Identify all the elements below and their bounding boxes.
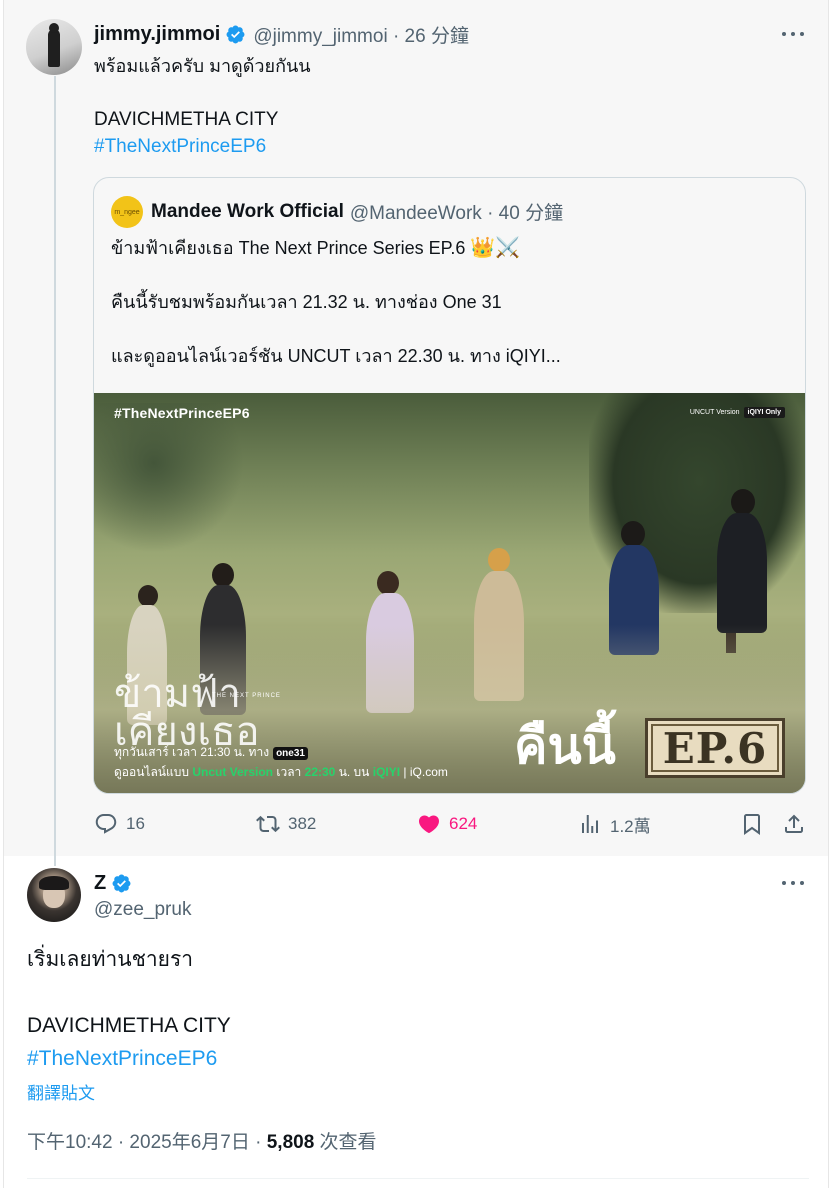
retweet-count: 382 (288, 814, 317, 833)
quote-text-line2: คืนนี้รับชมพร้อมกันเวลา 21.32 น. ทางช่อง… (111, 292, 502, 312)
reply-icon (95, 814, 117, 834)
views-count: 1.2萬 (610, 816, 651, 836)
reply-button[interactable]: 16 (94, 811, 145, 837)
poster-schedule-line2: ดูออนไลน์แบบ Uncut Version เวลา 22:30 น.… (114, 765, 448, 779)
poster-person-5-head (621, 521, 645, 547)
share-button[interactable] (782, 811, 806, 837)
views-count: 5,808 (266, 1132, 315, 1153)
tweet2-header: Z (94, 869, 139, 897)
tweet-timestamp-views[interactable]: 下午10:42 · 2025年6月7日 · 5,808 次查看 (27, 1127, 377, 1154)
author-handle[interactable]: @zee_pruk (94, 899, 191, 921)
tweet1-text-line1: พร้อมแล้วครับ มาดูด้วยกันน (94, 56, 311, 76)
quote-author-name[interactable]: Mandee Work Official (151, 201, 344, 223)
poster-tonight-text: คืนนี้ (514, 718, 616, 774)
tweet1-hashtag-link[interactable]: #TheNextPrinceEP6 (94, 133, 266, 160)
like-button[interactable]: 624 (417, 811, 477, 837)
poster-image[interactable]: #TheNextPrinceEP6 UNCUT Version iQIYI On… (94, 393, 805, 793)
heart-filled-icon (418, 815, 440, 834)
more-options-icon[interactable] (782, 871, 804, 895)
quote-text-line3: และดูออนไลน์เวอร์ชัน UNCUT เวลา 22.30 น.… (111, 346, 561, 366)
tweet-time: 下午10:42 · 2025年6月7日 · (27, 1132, 267, 1153)
poster-schedule-line1: ทุกวันเสาร์ เวลา 21:30 น. ทาง one31 (114, 743, 308, 762)
quote-text-line1: ข้ามฟ้าเคียงเธอ The Next Prince Series E… (111, 237, 521, 259)
poster-episode-badge: EP.6 (645, 718, 785, 778)
crown-swords-emoji-icon: 👑⚔️ (470, 237, 521, 259)
poster-tree-left (94, 403, 244, 553)
author-display-name[interactable]: jimmy.jimmoi (94, 23, 220, 46)
frame-border-right (828, 0, 829, 1188)
quote-header: Mandee Work Official @MandeeWork · 40 分鐘 (151, 198, 563, 225)
translate-post-link[interactable]: 翻譯貼文 (27, 1079, 95, 1104)
views-label: 次查看 (314, 1132, 377, 1153)
poster-hashtag: #TheNextPrinceEP6 (114, 405, 250, 421)
poster-badge: UNCUT Version iQIYI Only (690, 407, 785, 418)
retweet-icon (256, 815, 280, 833)
one31-logo: one31 (273, 747, 308, 760)
tweet2-text-line2: DAVICHMETHA CITY (27, 1014, 231, 1037)
share-icon (785, 814, 803, 833)
poster-person-4-head (488, 548, 510, 572)
series-logo: ข้ามฟ้า เคียงเธอ (114, 671, 260, 755)
avatar-zee[interactable] (27, 868, 81, 922)
retweet-button[interactable]: 382 (256, 811, 316, 837)
analytics-bar-icon (582, 815, 598, 833)
tweet1-text-line2: DAVICHMETHA CITY (94, 109, 279, 130)
avatar-mandee[interactable]: m_ngee (111, 196, 143, 228)
reply-count: 16 (126, 814, 145, 833)
thread-connector-line (54, 76, 56, 866)
tweet2-text-line1: เริ่มเลยท่านชายรา (27, 948, 194, 971)
verified-badge-icon (226, 25, 245, 43)
tweet1-header: jimmy.jimmoi @jimmy_jimmoi · 26 分鐘 (94, 20, 469, 48)
quote-handle-time[interactable]: @MandeeWork · 40 分鐘 (350, 198, 563, 225)
quoted-tweet-card[interactable]: m_ngee Mandee Work Official @MandeeWork … (93, 177, 806, 794)
views-button[interactable]: 1.2萬 (578, 811, 651, 837)
poster-person-3-head (377, 571, 399, 595)
poster-person-6-head (731, 489, 755, 515)
divider (27, 1178, 809, 1179)
poster-person-1-head (138, 585, 158, 607)
author-handle-time[interactable]: @jimmy_jimmoi · 26 分鐘 (253, 21, 469, 48)
more-options-icon[interactable] (782, 22, 804, 46)
verified-badge-icon (112, 874, 131, 892)
bookmark-button[interactable] (740, 811, 764, 837)
like-count: 624 (449, 814, 478, 833)
poster-person-6 (717, 513, 767, 633)
tweet2-hashtag-link[interactable]: #TheNextPrinceEP6 (27, 1044, 217, 1074)
author-display-name[interactable]: Z (94, 872, 106, 895)
bookmark-icon (744, 814, 760, 835)
poster-person-2-head (212, 563, 234, 587)
series-logo-subtitle: THE NEXT PRINCE (212, 693, 281, 699)
avatar-jimmy[interactable] (26, 19, 82, 75)
